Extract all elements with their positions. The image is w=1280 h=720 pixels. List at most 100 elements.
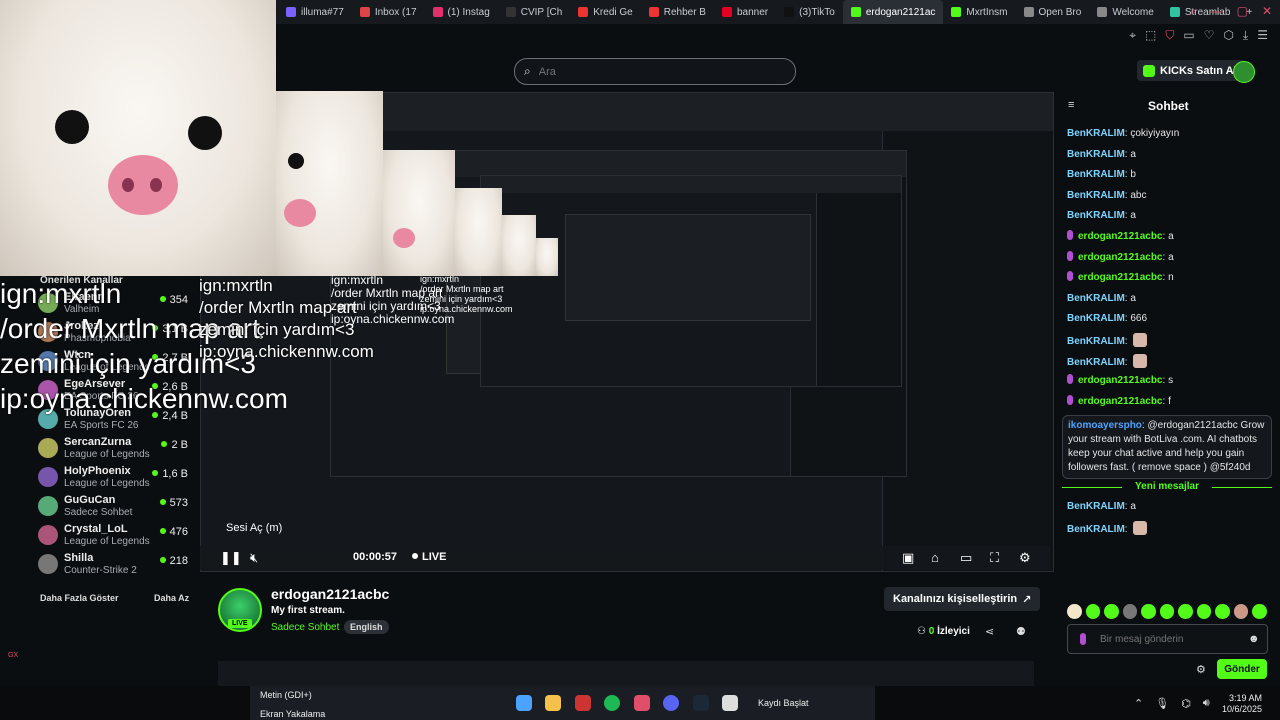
theater-icon[interactable]: ▭ [960,550,972,566]
buy-kicks-button[interactable]: KICKs Satın Al [1137,60,1245,81]
search-input[interactable] [536,64,781,79]
channel-viewers: 1,6 B [152,468,188,480]
live-indicator[interactable]: LIVE [412,551,446,563]
obs-source-1[interactable]: Metin (GDI+) [260,690,312,700]
browser-tab[interactable]: Rehber B [641,0,714,24]
volume-icon[interactable]: 🔊︎ [1203,697,1210,710]
screenshot-icon[interactable]: ⬚ [1145,28,1156,48]
clock[interactable]: 3:19 AM 10/6/2025 [1222,693,1262,715]
emote-icon[interactable] [1215,604,1230,619]
pip-icon[interactable]: ▣ [902,550,914,566]
chat-input[interactable] [1098,632,1242,646]
show-more-button[interactable]: Daha Fazla Göster [40,593,119,603]
emote-icon[interactable] [1085,604,1101,619]
heart-icon[interactable]: ♡ [1204,28,1215,48]
chat-username[interactable]: BenKRALIM [1067,336,1125,347]
discord-icon[interactable] [663,695,679,711]
browser-tab[interactable]: erdogan2121ac [842,0,944,24]
browser-tab[interactable]: MxrtInsm [943,0,1015,24]
channel-item[interactable]: SercanZurna League of Legends 2 B [38,435,188,461]
download-icon[interactable]: ⤓ [1243,28,1248,48]
settings-icon[interactable]: ⚙ [1019,550,1031,566]
show-less-button[interactable]: Daha Az [154,593,189,603]
emote-icon[interactable] [1104,604,1119,619]
emote-icon[interactable] [1122,604,1138,619]
emote-icon[interactable] [1178,604,1193,619]
channel-item[interactable]: GuGuCan Sadece Sohbet 573 [38,493,188,519]
extension-icon[interactable]: ⬡ [1223,28,1233,48]
emote-icon[interactable] [1196,604,1212,619]
chat-username[interactable]: BenKRALIM [1067,169,1125,180]
browser-tab[interactable]: Welcome [1089,0,1162,24]
tray-chevron-icon[interactable]: ⌃ [1134,697,1143,710]
language-tag[interactable]: English [344,620,389,634]
chat-username[interactable]: BenKRALIM [1067,313,1125,324]
chat-username[interactable]: BenKRALIM [1067,128,1125,139]
collapse-chat-icon[interactable]: ≡ [1068,99,1074,111]
chat-settings-icon[interactable]: ⚙ [1196,663,1206,676]
channel-item[interactable]: HolyPhoenix League of Legends 1,6 B [38,464,188,490]
user-avatar[interactable] [1233,61,1255,83]
network-icon[interactable]: ⌬ [1181,697,1191,710]
browser-tab[interactable]: (1) Instag [425,0,498,24]
add-user-icon[interactable]: ⚉ [1016,625,1026,638]
browser-tab[interactable]: Inbox (17 [352,0,425,24]
app-icon[interactable] [516,695,532,711]
chat-username[interactable]: erdogan2121acbc [1078,396,1163,407]
chat-username[interactable]: erdogan2121acbc [1078,272,1163,283]
fullscreen-icon[interactable]: ⛶ [990,550,999,566]
app-icon[interactable] [575,695,591,711]
chat-input-box[interactable]: ☻ [1067,624,1268,654]
emote-icon[interactable] [1233,604,1249,619]
emote-icon[interactable] [1067,604,1082,619]
minimize-icon[interactable]: — [1211,4,1223,19]
browser-tab[interactable]: banner [714,0,776,24]
shield-icon[interactable]: ⛉ [1165,28,1174,48]
mic-icon[interactable]: 🎙︎ [1155,697,1169,710]
emote-icon[interactable] [1252,604,1268,619]
browser-tab[interactable]: Open Bro [1016,0,1090,24]
browser-tab[interactable]: (3)TikTo [776,0,843,24]
stream-category[interactable]: Sadece Sohbet [271,622,339,633]
chat-username[interactable]: BenKRALIM [1067,149,1125,160]
chat-username[interactable]: BenKRALIM [1067,190,1125,201]
opera-gx-icon[interactable] [634,695,650,711]
obs-source-2[interactable]: Ekran Yakalama [260,709,325,719]
chat-username[interactable]: BenKRALIM [1067,210,1125,221]
clip-icon[interactable]: ⌂ [931,550,939,565]
chat-username[interactable]: erdogan2121acbc [1078,231,1163,242]
menu-icon[interactable]: ☰ [1257,28,1268,48]
chat-username[interactable]: BenKRALIM [1067,293,1125,304]
pin-icon[interactable]: ⌖ [1129,28,1136,48]
search-bar[interactable]: ⌕ [514,58,796,85]
emote-icon[interactable] [1141,604,1156,619]
browser-tab[interactable]: CVIP [Ch [498,0,571,24]
chat-username[interactable]: BenKRALIM [1067,524,1125,535]
bot-username[interactable]: ikomoayerspho [1068,420,1142,431]
chat-username[interactable]: erdogan2121acbc [1078,375,1163,386]
share-icon[interactable]: ⋖ [985,625,994,638]
folder-icon[interactable] [545,695,561,711]
emoji-icon[interactable]: ☻ [1248,633,1260,645]
close-icon[interactable]: ✕ [1262,4,1272,19]
spotify-icon[interactable] [604,695,620,711]
browser-tab[interactable]: illuma#77 [278,0,352,24]
obs-icon[interactable] [722,695,738,711]
channel-item[interactable]: Shilla Counter-Strike 2 218 [38,551,188,577]
maximize-icon[interactable]: ▢ [1237,4,1248,19]
chat-username[interactable]: BenKRALIM [1067,501,1125,512]
steam-icon[interactable] [693,695,709,711]
send-button[interactable]: Gönder [1217,659,1267,679]
chat-username[interactable]: BenKRALIM [1067,357,1125,368]
pause-icon[interactable]: ❚❚ [220,550,242,566]
wallet-icon[interactable]: ▭ [1183,28,1194,48]
muted-speaker-icon[interactable]: 🔇︎ [250,550,258,566]
streamer-name[interactable]: erdogan2121acbc [271,586,389,602]
start-recording-button[interactable]: Kaydı Başlat [758,698,809,708]
customize-channel-button[interactable]: Kanalınızı kişiselleştirin ↗ [884,587,1041,611]
channel-item[interactable]: Crystal_LoL League of Legends 476 [38,522,188,548]
emote-icon[interactable] [1159,604,1175,619]
browser-tab[interactable]: Kredi Ge [570,0,640,24]
chat-username[interactable]: erdogan2121acbc [1078,252,1163,263]
search-tabs-icon[interactable]: ⌕ [1190,4,1197,19]
